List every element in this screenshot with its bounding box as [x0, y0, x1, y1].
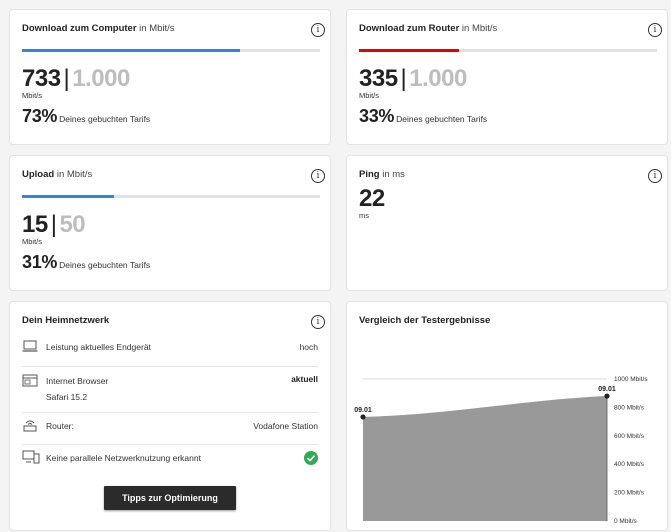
network-row-label: Internet Browser	[46, 376, 109, 386]
upload-card: Upload in Mbit/s i 15 | 50 Mbit/s 31% Deine…	[9, 155, 331, 291]
network-row-label: Router:	[46, 421, 74, 431]
browser-icon	[22, 374, 38, 389]
download-computer-card: Download zum Computer in Mbit/s i 733 | 1.…	[9, 9, 331, 145]
network-row-sublabel: Safari 15.2	[46, 392, 88, 402]
download-router-value: 335 | 1.000	[359, 65, 467, 92]
info-icon[interactable]: i	[648, 23, 662, 37]
upload-title: Upload in Mbit/s	[22, 169, 93, 180]
download-router-card: Download zum Router in Mbit/s i 335 | 1.00…	[346, 9, 668, 145]
upload-value: 15 | 50	[22, 211, 86, 238]
network-row-device: Leistung aktuelles Endgerät hoch	[10, 340, 330, 362]
router-icon	[22, 418, 38, 434]
download-computer-value: 733 | 1.000	[22, 65, 130, 92]
upload-progress-fill	[22, 195, 115, 198]
chart-point	[604, 393, 610, 399]
laptop-icon	[22, 340, 38, 355]
download-router-progress-fill	[359, 49, 459, 52]
download-router-title: Download zum Router in Mbit/s	[359, 23, 498, 34]
ping-value: 22	[359, 185, 385, 212]
download-computer-progress	[22, 49, 320, 52]
chart-y-tick-label: 800 Mbit/s	[614, 404, 645, 411]
info-icon[interactable]: i	[311, 315, 325, 329]
chart-y-tick-label: 0 Mbit/s	[614, 518, 638, 525]
chart-area	[363, 396, 607, 521]
divider	[22, 412, 318, 413]
network-row-parallel: Keine parallele Netzwerknutzung erkannt	[10, 450, 330, 472]
network-row-router: Router: Vodafone Station	[10, 418, 330, 440]
upload-progress	[22, 195, 320, 198]
network-row-value: hoch	[299, 342, 318, 352]
info-icon[interactable]: i	[311, 23, 325, 37]
network-row-value: Vodafone Station	[253, 421, 318, 431]
chart-y-tick-label: 200 Mbit/s	[614, 490, 645, 497]
check-circle-icon	[304, 451, 318, 467]
network-row-value: aktuell	[291, 374, 318, 384]
chart-x-label: 09.01	[354, 407, 372, 414]
chart-y-tick-label: 1000 Mbit/s	[614, 376, 648, 383]
info-icon[interactable]: i	[311, 169, 325, 183]
ping-card: Ping in ms i 22 ms	[346, 155, 668, 291]
heimnetzwerk-card: Dein Heimnetzwerk i Leistung aktuelles E…	[9, 301, 331, 531]
chart-y-tick-label: 600 Mbit/s	[614, 433, 645, 440]
download-router-percent: 33% Deines gebuchten Tarifs	[359, 106, 488, 126]
comparison-chart: 09.01 09.01 1000 Mbit/s 800 Mbit/s 600 Mbit/…	[354, 376, 648, 525]
network-row-label: Leistung aktuelles Endgerät	[46, 342, 151, 352]
heimnetzwerk-title: Dein Heimnetzwerk	[22, 315, 110, 326]
upload-value-unit: Mbit/s	[22, 237, 43, 246]
devices-icon	[22, 450, 40, 466]
chart-x-label: 09.01	[598, 386, 616, 393]
divider	[22, 366, 318, 367]
download-router-value-unit: Mbit/s	[359, 91, 380, 100]
ping-title: Ping in ms	[359, 169, 405, 180]
download-router-progress	[359, 49, 657, 52]
download-computer-title: Download zum Computer in Mbit/s	[22, 23, 175, 34]
ping-value-unit: ms	[359, 211, 369, 220]
divider	[22, 444, 318, 445]
comparison-card: Vergleich der Testergebnisse 09.01 09.01 1…	[346, 301, 668, 531]
upload-percent: 31% Deines gebuchten Tarifs	[22, 252, 151, 272]
tips-optimization-button[interactable]: Tipps zur Optimierung	[104, 486, 236, 510]
download-computer-progress-fill	[22, 49, 241, 52]
network-row-browser: Internet Browser Safari 15.2 aktuell	[10, 372, 330, 406]
chart-y-tick-label: 400 Mbit/s	[614, 461, 645, 468]
download-computer-value-unit: Mbit/s	[22, 91, 43, 100]
chart-point	[360, 414, 366, 420]
download-computer-percent: 73% Deines gebuchten Tarifs	[22, 106, 151, 126]
info-icon[interactable]: i	[648, 169, 662, 183]
network-row-label: Keine parallele Netzwerknutzung erkannt	[46, 453, 201, 463]
